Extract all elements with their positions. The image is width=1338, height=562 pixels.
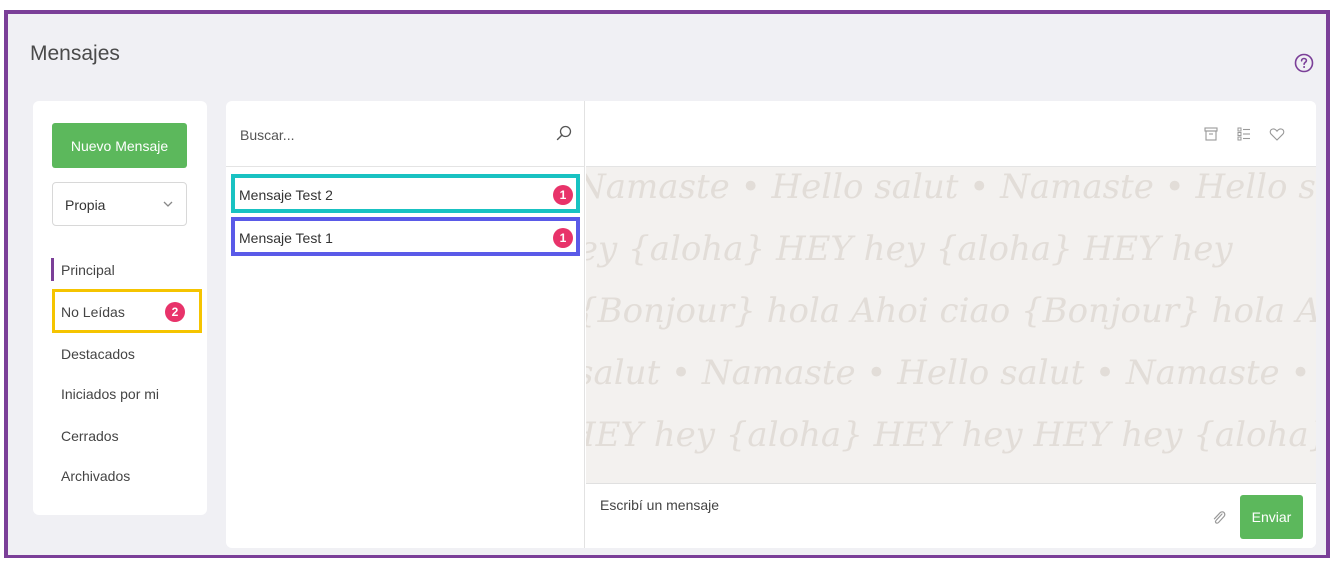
sidebar-item-cerrados[interactable]: Cerrados [33,421,207,451]
filter-select[interactable]: Propia [52,182,187,226]
pattern-text: hey {aloha} HEY hey {aloha} HEY hey [586,229,1233,269]
send-button[interactable]: Enviar [1240,495,1303,539]
archive-icon[interactable] [1203,126,1219,142]
pattern-text: {Bonjour} hola Ahoi ciao {Bonjour} hola … [586,291,1316,331]
list-icon[interactable] [1236,126,1252,142]
unread-count-badge: 1 [553,228,573,248]
filter-select-value: Propia [65,197,106,213]
paperclip-icon[interactable] [1211,509,1227,527]
conversation-list: Mensaje Test 2 1 Mensaje Test 1 1 [226,101,585,548]
sidebar-item-label: No Leídas [61,304,125,320]
sidebar-item-label: Destacados [61,346,135,362]
pattern-text: salut • Namaste • Hello salut • Namaste … [586,353,1311,393]
chat-header [586,101,1316,167]
pattern-text: HEY hey {aloha} HEY hey HEY hey {aloha} [586,415,1316,455]
message-composer: Enviar [586,483,1316,548]
sidebar-item-label: Cerrados [61,428,119,444]
chat-area: Namaste • Hello salut • Namaste • Hello … [586,101,1316,548]
search-input[interactable] [238,123,542,147]
conversation-title: Mensaje Test 1 [239,230,333,246]
new-message-button[interactable]: Nuevo Mensaje [52,123,187,168]
chevron-down-icon [163,201,173,207]
message-input[interactable] [598,492,1182,518]
sidebar-item-destacados[interactable]: Destacados [33,339,207,369]
sidebar: Nuevo Mensaje Propia Principal No Leídas… [33,101,207,515]
search-icon[interactable] [556,125,572,141]
sidebar-item-principal[interactable]: Principal [33,255,207,285]
sidebar-item-iniciados[interactable]: Iniciados por mi [33,379,207,409]
page-title: Mensajes [30,42,120,65]
help-icon[interactable] [1294,53,1314,73]
unread-count-badge: 1 [553,185,573,205]
sidebar-item-label: Iniciados por mi [61,386,160,402]
sidebar-item-archivados[interactable]: Archivados [33,461,207,491]
chat-background-pattern: Namaste • Hello salut • Namaste • Hello … [586,167,1316,483]
sidebar-item-label: Principal [61,262,115,278]
unread-count-badge: 2 [165,302,185,322]
sidebar-item-label: Archivados [61,468,131,484]
messages-panel: Mensaje Test 2 1 Mensaje Test 1 1 [226,101,1316,548]
search-bar [226,101,584,167]
conversation-item[interactable]: Mensaje Test 1 1 [231,217,580,256]
conversation-title: Mensaje Test 2 [239,187,333,203]
conversation-item[interactable]: Mensaje Test 2 1 [231,174,580,213]
active-indicator [51,258,54,281]
pattern-text: Namaste • Hello salut • Namaste • Hello … [586,167,1316,207]
sidebar-item-no-leidas[interactable]: No Leídas 2 [33,297,207,327]
heart-icon[interactable] [1269,126,1285,142]
